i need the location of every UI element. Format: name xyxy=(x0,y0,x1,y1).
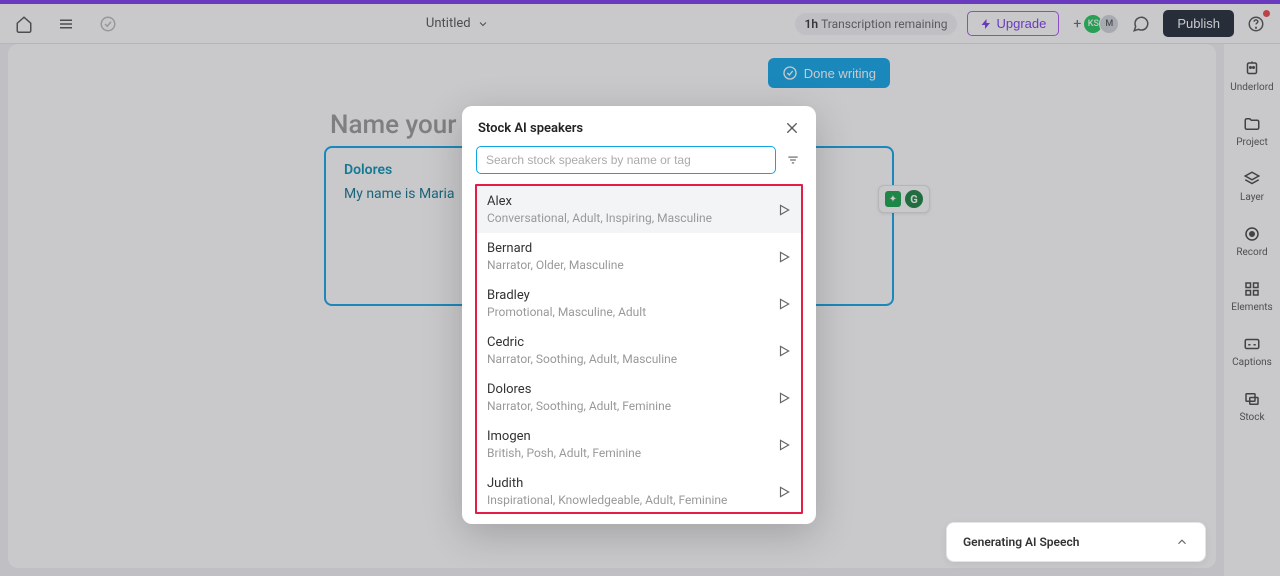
modal-title: Stock AI speakers xyxy=(478,121,583,136)
filter-icon[interactable] xyxy=(784,151,802,169)
speaker-info: Dolores Narrator, Soothing, Adult, Femin… xyxy=(487,382,671,413)
close-icon[interactable] xyxy=(784,120,800,136)
speaker-item[interactable]: Dolores Narrator, Soothing, Adult, Femin… xyxy=(477,374,801,421)
speaker-tags: Conversational, Adult, Inspiring, Mascul… xyxy=(487,211,712,225)
search-input[interactable] xyxy=(476,146,776,174)
speaker-tags: Narrator, Soothing, Adult, Feminine xyxy=(487,399,671,413)
speaker-info: Bradley Promotional, Masculine, Adult xyxy=(487,288,646,319)
play-icon[interactable] xyxy=(777,438,791,452)
play-icon[interactable] xyxy=(777,250,791,264)
play-icon[interactable] xyxy=(777,391,791,405)
speaker-info: Cedric Narrator, Soothing, Adult, Mascul… xyxy=(487,335,677,366)
speaker-name: Judith xyxy=(487,476,727,491)
speaker-tags: Inspirational, Knowledgeable, Adult, Fem… xyxy=(487,493,727,507)
generation-title: Generating AI Speech xyxy=(963,535,1079,549)
play-icon[interactable] xyxy=(777,203,791,217)
speaker-item[interactable]: Imogen British, Posh, Adult, Feminine xyxy=(477,421,801,468)
highlighted-region: Alex Conversational, Adult, Inspiring, M… xyxy=(475,184,803,514)
speaker-name: Alex xyxy=(487,194,712,209)
speaker-name: Cedric xyxy=(487,335,677,350)
speaker-name: Dolores xyxy=(487,382,671,397)
speaker-name: Bernard xyxy=(487,241,624,256)
speaker-info: Imogen British, Posh, Adult, Feminine xyxy=(487,429,641,460)
speaker-info: Judith Inspirational, Knowledgeable, Adu… xyxy=(487,476,727,507)
speaker-item[interactable]: Alex Conversational, Adult, Inspiring, M… xyxy=(477,186,801,233)
chevron-up-icon xyxy=(1175,535,1189,549)
play-icon[interactable] xyxy=(777,485,791,499)
modal-search-row xyxy=(462,146,816,184)
speaker-tags: Promotional, Masculine, Adult xyxy=(487,305,646,319)
speaker-tags: Narrator, Soothing, Adult, Masculine xyxy=(487,352,677,366)
speaker-info: Bernard Narrator, Older, Masculine xyxy=(487,241,624,272)
speaker-tags: Narrator, Older, Masculine xyxy=(487,258,624,272)
play-icon[interactable] xyxy=(777,297,791,311)
play-icon[interactable] xyxy=(777,344,791,358)
speaker-item[interactable]: Bernard Narrator, Older, Masculine xyxy=(477,233,801,280)
speaker-name: Imogen xyxy=(487,429,641,444)
speaker-info: Alex Conversational, Adult, Inspiring, M… xyxy=(487,194,712,225)
speaker-name: Bradley xyxy=(487,288,646,303)
speaker-tags: British, Posh, Adult, Feminine xyxy=(487,446,641,460)
speaker-modal: Stock AI speakers Alex Conversational, A… xyxy=(462,106,816,524)
speaker-item[interactable]: Judith Inspirational, Knowledgeable, Adu… xyxy=(477,468,801,512)
generation-panel[interactable]: Generating AI Speech xyxy=(946,522,1206,562)
speaker-list[interactable]: Alex Conversational, Adult, Inspiring, M… xyxy=(477,186,801,512)
speaker-item[interactable]: Cedric Narrator, Soothing, Adult, Mascul… xyxy=(477,327,801,374)
speaker-item[interactable]: Bradley Promotional, Masculine, Adult xyxy=(477,280,801,327)
modal-header: Stock AI speakers xyxy=(462,106,816,146)
